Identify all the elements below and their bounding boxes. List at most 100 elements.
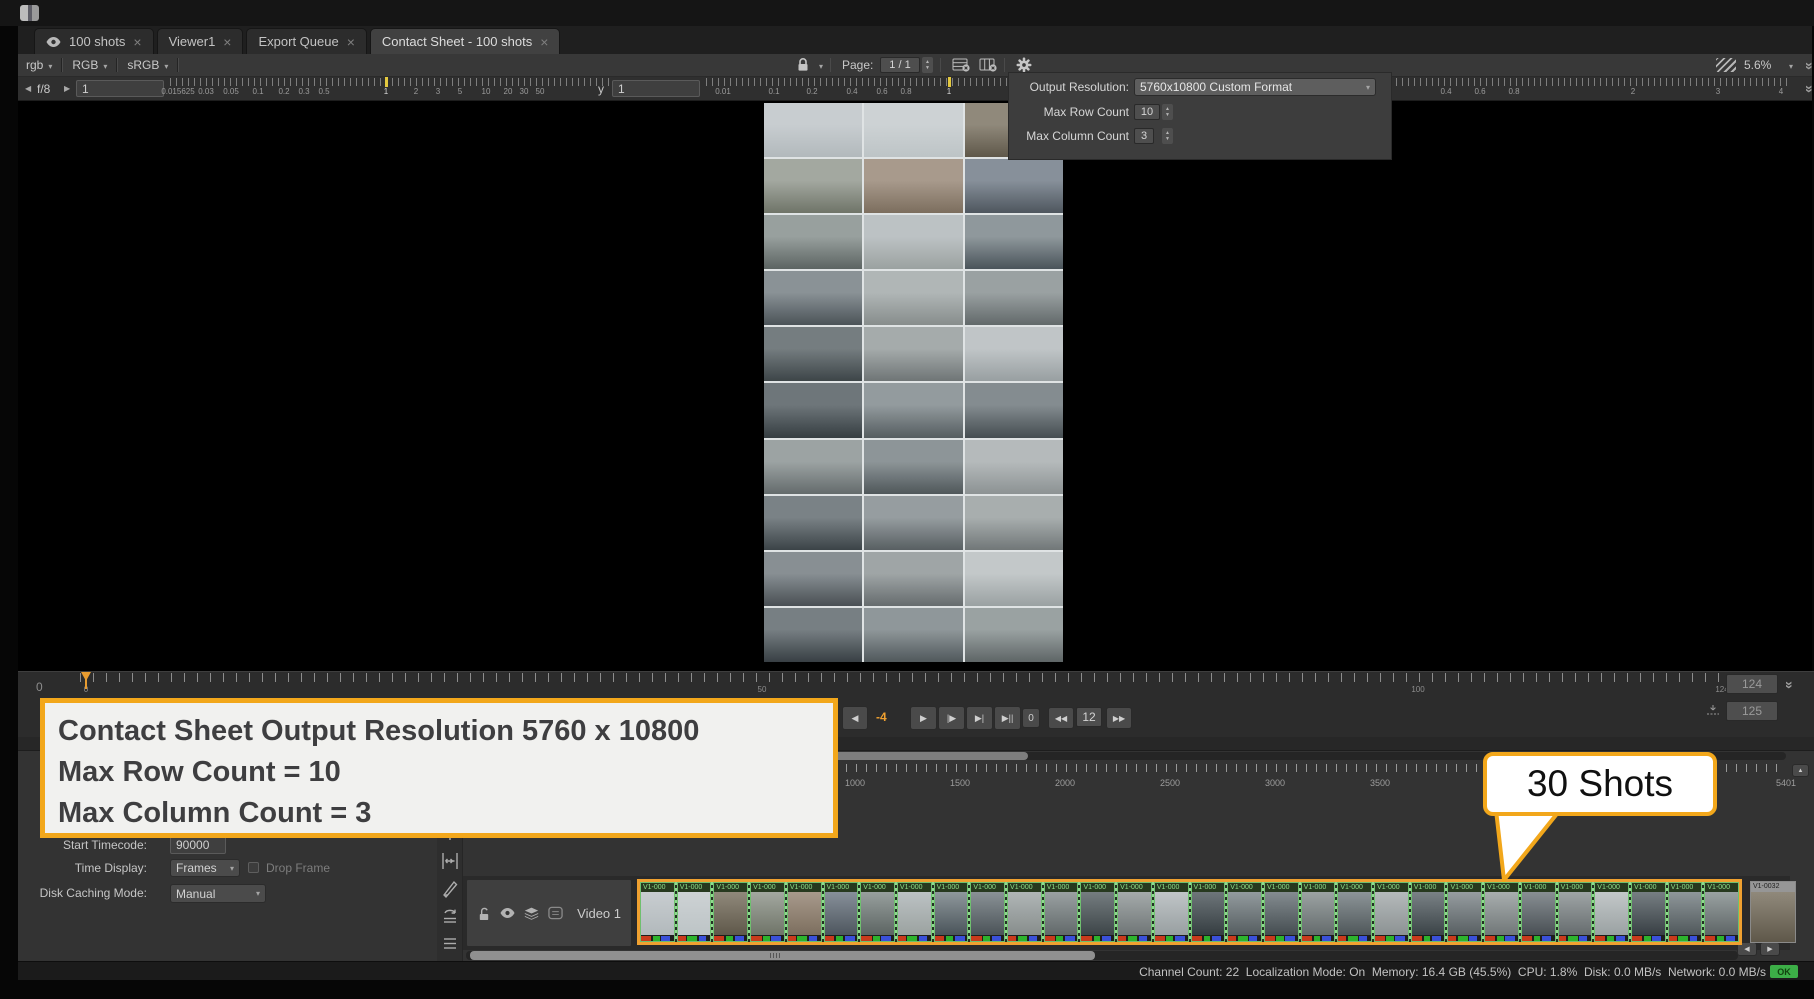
channel-dropdown[interactable]: rgb▾ [26, 58, 52, 72]
proxy-stripes-icon[interactable] [1716, 58, 1736, 72]
timeline-clip[interactable]: V1-000 [1374, 882, 1409, 942]
clear-columns-icon[interactable] [979, 57, 998, 73]
play-button[interactable]: ▶ [910, 706, 937, 730]
timeline-clip[interactable]: V1-000 [934, 882, 969, 942]
layers-icon[interactable] [524, 907, 539, 920]
timeline-clip[interactable]: V1-000 [640, 882, 675, 942]
collapse-chevron-icon[interactable]: » [1785, 681, 1795, 689]
window-layout-icon[interactable] [20, 5, 39, 21]
fps-value[interactable]: 12 [1076, 707, 1102, 727]
timeline-clip[interactable]: V1-000 [824, 882, 859, 942]
timeline-clip[interactable]: V1-000 [1484, 882, 1519, 942]
tag-segment [735, 936, 745, 941]
page-spinner[interactable]: ▲▼ [922, 57, 933, 73]
max-column-count-input[interactable]: 3 [1134, 128, 1154, 144]
timeline-clip[interactable]: V1-000 [1007, 882, 1042, 942]
timeline-clip[interactable]: V1-000 [1191, 882, 1226, 942]
collapse-chevron-icon[interactable]: » [1805, 62, 1814, 70]
zero-frame-button[interactable]: 0 [1022, 708, 1040, 728]
unlock-icon[interactable] [477, 906, 491, 921]
max-row-count-spinner[interactable]: ▲▼ [1162, 104, 1173, 120]
timeline-clip[interactable]: V1-000 [1411, 882, 1446, 942]
video-track-header[interactable]: Video 1 [466, 879, 632, 947]
timeline-clip[interactable]: V1-000 [1668, 882, 1703, 942]
in-frame-box[interactable]: 124 [1726, 674, 1778, 694]
timeline-clip[interactable]: V1-0032 [1750, 881, 1796, 943]
timeline-clip[interactable]: V1-000 [1117, 882, 1152, 942]
fast-forward-button[interactable]: ▶▶ [1106, 707, 1132, 729]
tag-segment [678, 936, 686, 941]
tab-export-queue[interactable]: Export Queue× [246, 28, 366, 54]
play-button[interactable]: ▶| [966, 706, 993, 730]
tab-100-shots[interactable]: 100 shots× [34, 28, 154, 54]
timeline-clip[interactable]: V1-000 [1227, 882, 1262, 942]
output-resolution-dropdown[interactable]: 5760x10800 Custom Format ▾ [1134, 78, 1376, 96]
disk-caching-dropdown[interactable]: Manual▾ [170, 884, 266, 903]
zoom-level[interactable]: 5.6% [1744, 58, 1771, 72]
timeline-clip[interactable]: V1-000 [1631, 882, 1666, 942]
close-icon[interactable]: × [133, 37, 141, 47]
playhead-stem[interactable] [85, 672, 87, 689]
lock-icon[interactable] [796, 57, 812, 74]
timeline-clip[interactable]: V1-000 [1264, 882, 1299, 942]
flipbook-render-icon[interactable] [1706, 704, 1720, 717]
timeline-clip[interactable]: V1-000 [970, 882, 1005, 942]
timeline-clip[interactable]: V1-000 [1044, 882, 1079, 942]
tab-contact-sheet-100-shots[interactable]: Contact Sheet - 100 shots× [370, 28, 561, 54]
timeline-clip[interactable]: V1-000 [1337, 882, 1372, 942]
roll-tool-icon[interactable] [440, 934, 460, 954]
razor-tool-icon[interactable] [440, 879, 460, 899]
timeline-clip[interactable]: V1-000 [1521, 882, 1556, 942]
close-icon[interactable]: × [347, 37, 355, 47]
timeline-clip[interactable]: V1-000 [860, 882, 895, 942]
timeline-clip[interactable]: V1-000 [1704, 882, 1739, 942]
eye-icon[interactable] [500, 908, 515, 918]
timeline-clip[interactable]: V1-000 [750, 882, 785, 942]
clear-rows-icon[interactable] [952, 57, 971, 73]
timeline-clip[interactable]: V1-000 [1080, 882, 1115, 942]
timeline-clip[interactable]: V1-000 [1558, 882, 1593, 942]
time-display-dropdown[interactable]: Frames▾ [170, 859, 240, 877]
start-timecode-input[interactable]: 90000 [170, 836, 226, 854]
spinner-down-icon[interactable]: ▼ [925, 65, 930, 71]
timeline-clip[interactable]: V1-000 [677, 882, 712, 942]
scroll-right-button[interactable]: ▶ [1760, 942, 1780, 956]
trim-tool-icon[interactable] [440, 851, 460, 871]
gear-icon[interactable] [1016, 57, 1032, 73]
cache-state-icon[interactable] [548, 906, 563, 920]
timeline-clip[interactable]: V1-000 [713, 882, 748, 942]
timeline-clip[interactable]: V1-000 [1594, 882, 1629, 942]
chevron-down-icon[interactable]: ▾ [819, 62, 823, 71]
scroll-up-button[interactable]: ▲ [1792, 764, 1809, 777]
tab-viewer1[interactable]: Viewer1× [157, 28, 244, 54]
colorspace-dropdown[interactable]: sRGB▾ [127, 58, 168, 72]
drop-frame-checkbox[interactable] [248, 862, 259, 873]
slip-tool-icon[interactable] [440, 906, 460, 926]
clip-tag-strip [1485, 935, 1518, 941]
rewind-button[interactable]: ◀◀ [1048, 707, 1074, 729]
chevron-down-icon[interactable]: ▾ [1789, 62, 1793, 71]
tag-segment [1522, 936, 1532, 941]
slider-marker[interactable] [948, 77, 951, 87]
max-row-count-input[interactable]: 10 [1134, 104, 1160, 120]
shot-selection-outline[interactable]: V1-000V1-000V1-000V1-000V1-000V1-000V1-0… [637, 879, 1742, 945]
timeline-clip[interactable]: V1-000 [897, 882, 932, 942]
out-frame-box[interactable]: 125 [1726, 701, 1778, 721]
close-icon[interactable]: × [223, 37, 231, 47]
viewer-timeline-scrubber[interactable]: 0 050100124 124 » [18, 671, 1814, 701]
timeline-clip[interactable]: V1-000 [1447, 882, 1482, 942]
layer-dropdown[interactable]: RGB▾ [72, 58, 107, 72]
timeline-clip[interactable]: V1-000 [787, 882, 822, 942]
step-back-button[interactable]: ◀ [842, 706, 868, 730]
timeline-bottom-scrollbar[interactable] [466, 951, 1738, 960]
max-column-count-spinner[interactable]: ▲▼ [1162, 128, 1173, 144]
timeline-bottom-scrollbar-thumb[interactable] [470, 951, 1095, 960]
close-icon[interactable]: × [540, 37, 548, 47]
play-button[interactable]: |▶ [938, 706, 965, 730]
collapse-chevron-icon[interactable]: » [1805, 85, 1814, 93]
play-button[interactable]: ▶|| [994, 706, 1021, 730]
page-input[interactable]: 1 / 1 [880, 57, 920, 73]
clip-thumbnail [1155, 892, 1188, 935]
timeline-clip[interactable]: V1-000 [1154, 882, 1189, 942]
timeline-clip[interactable]: V1-000 [1301, 882, 1336, 942]
